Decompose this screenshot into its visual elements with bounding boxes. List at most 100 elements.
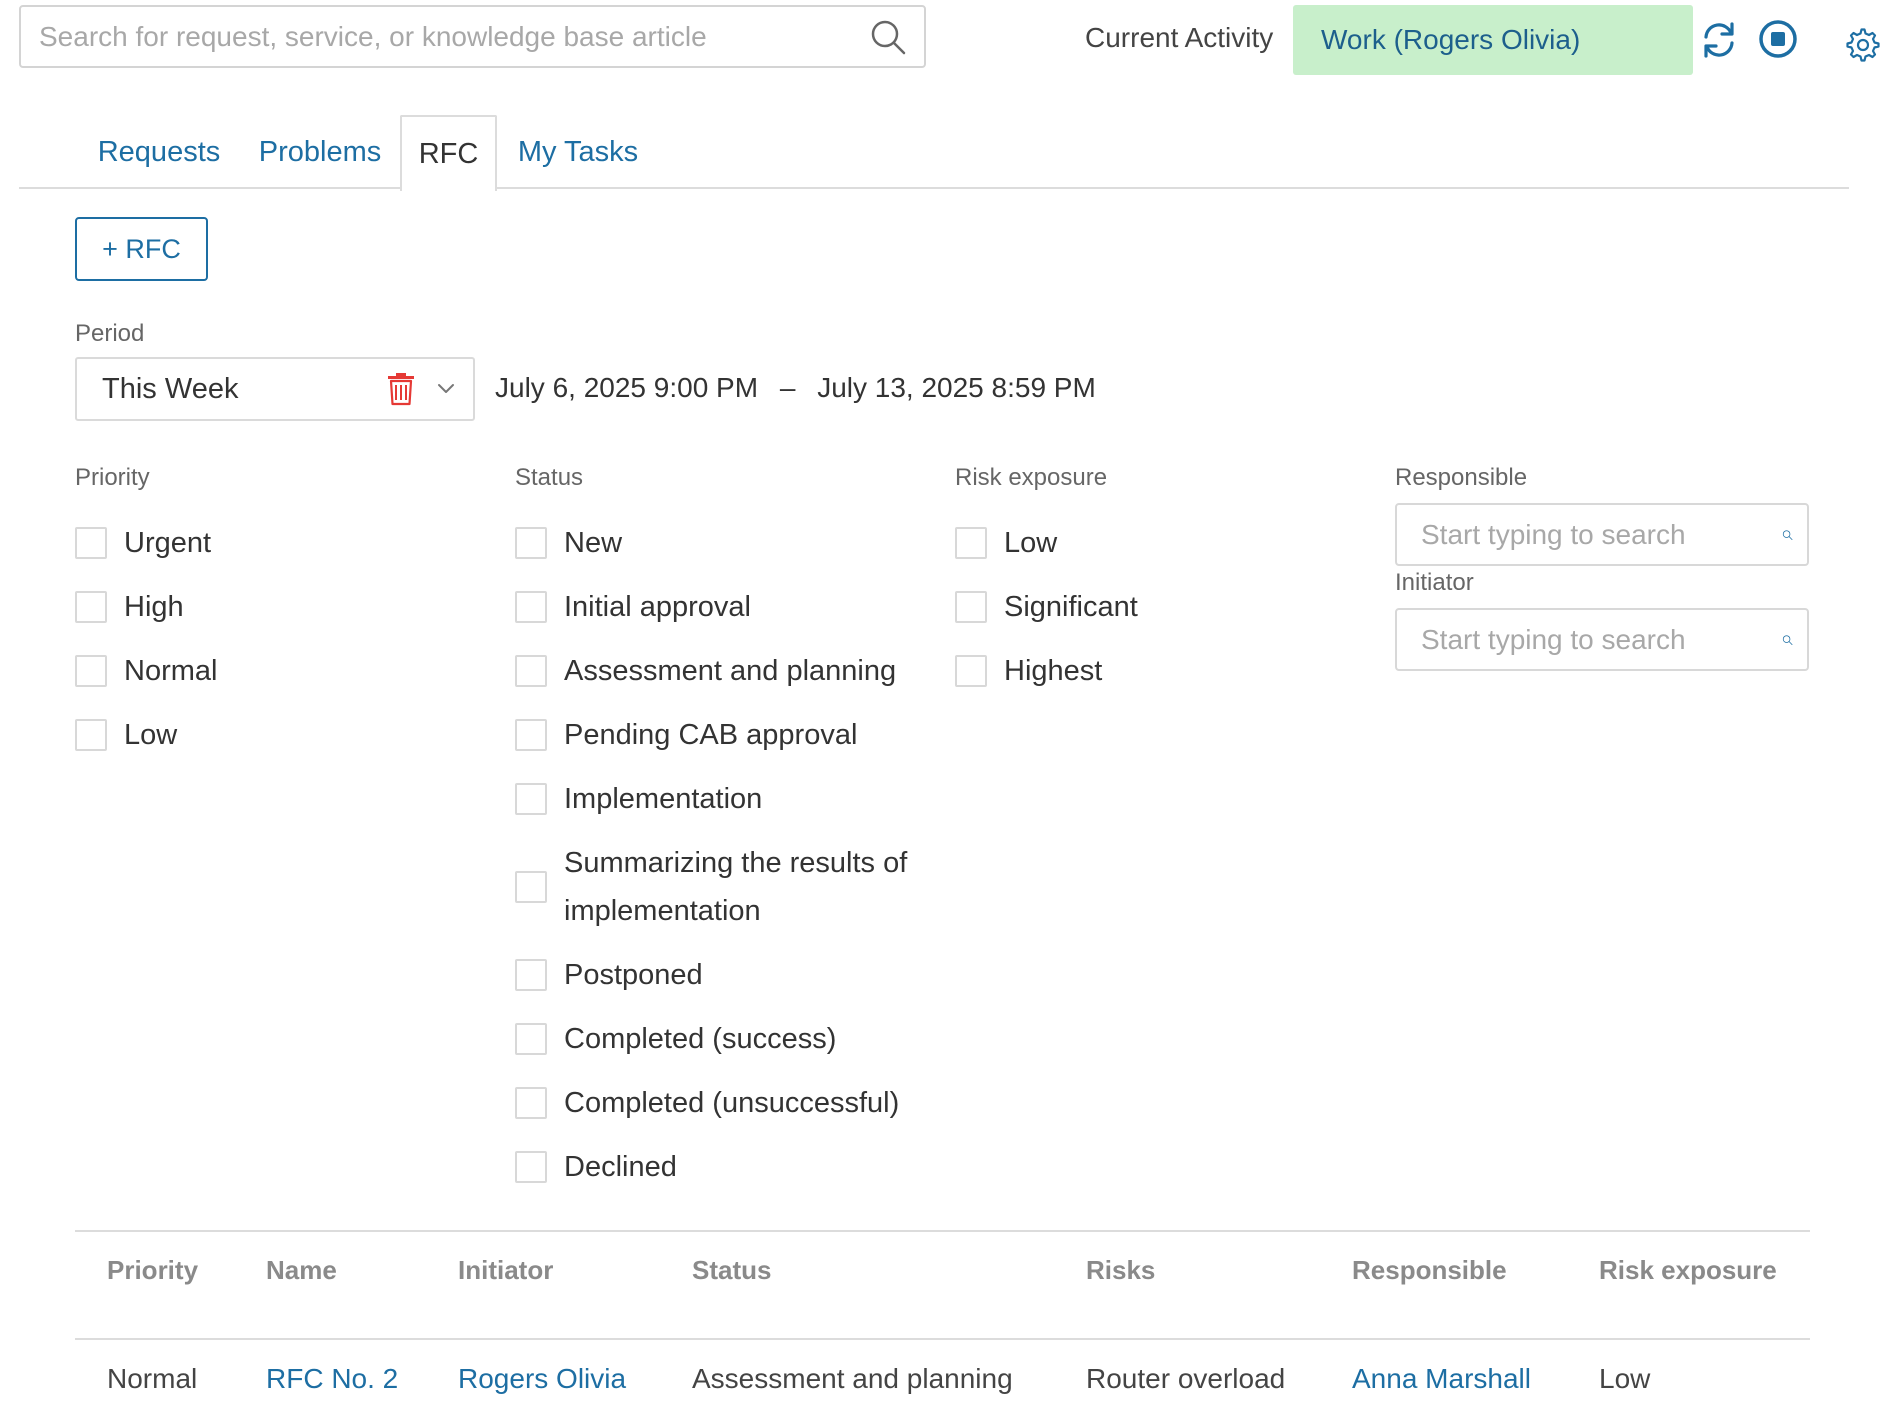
period-label: Period — [75, 320, 145, 347]
checkbox-label: Initial approval — [564, 591, 751, 623]
checkbox-label: Low — [124, 719, 178, 751]
period-select[interactable]: This Week — [75, 357, 475, 421]
checkbox-label: Declined — [564, 1151, 677, 1183]
trash-icon[interactable] — [385, 372, 417, 406]
responsible-search[interactable] — [1395, 503, 1809, 566]
checkbox-label: High — [124, 591, 184, 623]
status-option-implementation[interactable]: Implementation — [515, 775, 762, 823]
checkbox[interactable] — [955, 527, 987, 559]
checkbox[interactable] — [515, 527, 547, 559]
status-option-initial-approval[interactable]: Initial approval — [515, 583, 751, 631]
checkbox[interactable] — [955, 591, 987, 623]
column-header-risk-exposure[interactable]: Risk exposure — [1599, 1255, 1777, 1286]
status-option-postponed[interactable]: Postponed — [515, 951, 703, 999]
checkbox[interactable] — [515, 871, 547, 903]
refresh-icon[interactable] — [1698, 19, 1740, 61]
checkbox-label: Urgent — [124, 527, 212, 559]
global-search-input[interactable] — [21, 7, 868, 66]
checkbox-label: New — [564, 527, 623, 559]
checkbox[interactable] — [515, 1023, 547, 1055]
period-range-start: July 6, 2025 9:00 PM — [495, 372, 759, 403]
status-option-completed-success[interactable]: Completed (success) — [515, 1015, 836, 1063]
status-option-new[interactable]: New — [515, 519, 622, 567]
checkbox-label: Postponed — [564, 959, 703, 991]
current-activity-badge[interactable]: Work (Rogers Olivia) — [1293, 5, 1693, 75]
risk-option-highest[interactable]: Highest — [955, 647, 1102, 695]
cell-status: Assessment and planning — [692, 1363, 1013, 1394]
checkbox[interactable] — [515, 655, 547, 687]
checkbox[interactable] — [515, 1151, 547, 1183]
checkbox[interactable] — [75, 527, 107, 559]
column-header-priority[interactable]: Priority — [107, 1255, 198, 1286]
cell-responsible-link[interactable]: Anna Marshall — [1352, 1363, 1531, 1395]
status-option-pending-cab-approval[interactable]: Pending CAB approval — [515, 711, 857, 759]
priority-option-urgent[interactable]: Urgent — [75, 519, 211, 567]
column-header-name[interactable]: Name — [266, 1255, 337, 1286]
checkbox-label: Significant — [1004, 591, 1138, 623]
priority-option-low[interactable]: Low — [75, 711, 177, 759]
initiator-label: Initiator — [1395, 569, 1474, 596]
cell-risks: Router overload — [1086, 1363, 1286, 1394]
checkbox[interactable] — [515, 591, 547, 623]
status-option-declined[interactable]: Declined — [515, 1143, 677, 1191]
initiator-search[interactable] — [1395, 608, 1809, 671]
gear-icon[interactable] — [1846, 28, 1880, 62]
table-divider — [75, 1338, 1810, 1340]
add-rfc-button[interactable]: + RFC — [75, 217, 208, 281]
table-divider — [75, 1230, 1810, 1232]
checkbox-label: Low — [1004, 527, 1058, 559]
checkbox[interactable] — [515, 783, 547, 815]
tab-requests[interactable]: Requests — [97, 115, 221, 189]
tab-rfc[interactable]: RFC — [400, 115, 497, 191]
checkbox-label: Normal — [124, 655, 218, 687]
risk-exposure-label: Risk exposure — [955, 464, 1108, 491]
column-header-risks[interactable]: Risks — [1086, 1255, 1155, 1286]
checkbox[interactable] — [75, 719, 107, 751]
checkbox-label: Implementation — [564, 783, 763, 815]
checkbox-label: Assessment and planning — [564, 655, 897, 687]
cell-name-link[interactable]: RFC No. 2 — [266, 1363, 398, 1395]
checkbox-label: Completed (success) — [564, 1023, 837, 1055]
risk-option-significant[interactable]: Significant — [955, 583, 1138, 631]
checkbox[interactable] — [75, 591, 107, 623]
status-label: Status — [515, 464, 584, 491]
tab-bar: Requests Problems RFC My Tasks — [19, 115, 1849, 191]
responsible-label: Responsible — [1395, 464, 1528, 491]
cell-risk-exposure: Low — [1599, 1363, 1651, 1394]
status-option-summarizing-results[interactable]: Summarizing the results of implementatio… — [515, 839, 924, 935]
search-icon[interactable] — [868, 17, 908, 57]
period-range-separator: – — [779, 372, 796, 403]
checkbox[interactable] — [515, 959, 547, 991]
current-activity-label: Current Activity — [1085, 22, 1274, 53]
status-option-completed-unsuccessful[interactable]: Completed (unsuccessful) — [515, 1079, 899, 1127]
checkbox[interactable] — [515, 1087, 547, 1119]
search-icon[interactable] — [1782, 622, 1793, 658]
priority-option-normal[interactable]: Normal — [75, 647, 217, 695]
checkbox-label: Summarizing the results of implementatio… — [564, 847, 908, 927]
period-range-end: July 13, 2025 8:59 PM — [817, 372, 1096, 403]
column-header-responsible[interactable]: Responsible — [1352, 1255, 1507, 1286]
checkbox-label: Highest — [1004, 655, 1103, 687]
checkbox[interactable] — [515, 719, 547, 751]
checkbox-label: Completed (unsuccessful) — [564, 1087, 900, 1119]
stop-icon[interactable] — [1757, 18, 1799, 60]
period-date-range: July 6, 2025 9:00 PM – July 13, 2025 8:5… — [495, 372, 1096, 404]
checkbox[interactable] — [955, 655, 987, 687]
priority-label: Priority — [75, 464, 150, 491]
priority-option-high[interactable]: High — [75, 583, 184, 631]
cell-initiator-link[interactable]: Rogers Olivia — [458, 1363, 626, 1395]
search-icon[interactable] — [1782, 517, 1793, 553]
chevron-down-icon[interactable] — [437, 383, 455, 395]
period-selected-value: This Week — [102, 372, 239, 405]
checkbox[interactable] — [75, 655, 107, 687]
initiator-search-input[interactable] — [1397, 610, 1782, 669]
responsible-search-input[interactable] — [1397, 505, 1782, 564]
column-header-status[interactable]: Status — [692, 1255, 771, 1286]
column-header-initiator[interactable]: Initiator — [458, 1255, 553, 1286]
tab-problems[interactable]: Problems — [256, 115, 384, 189]
checkbox-label: Pending CAB approval — [564, 719, 858, 751]
global-search[interactable] — [19, 5, 926, 68]
tab-my-tasks[interactable]: My Tasks — [515, 115, 641, 189]
risk-option-low[interactable]: Low — [955, 519, 1057, 567]
status-option-assessment-and-planning[interactable]: Assessment and planning — [515, 647, 896, 695]
